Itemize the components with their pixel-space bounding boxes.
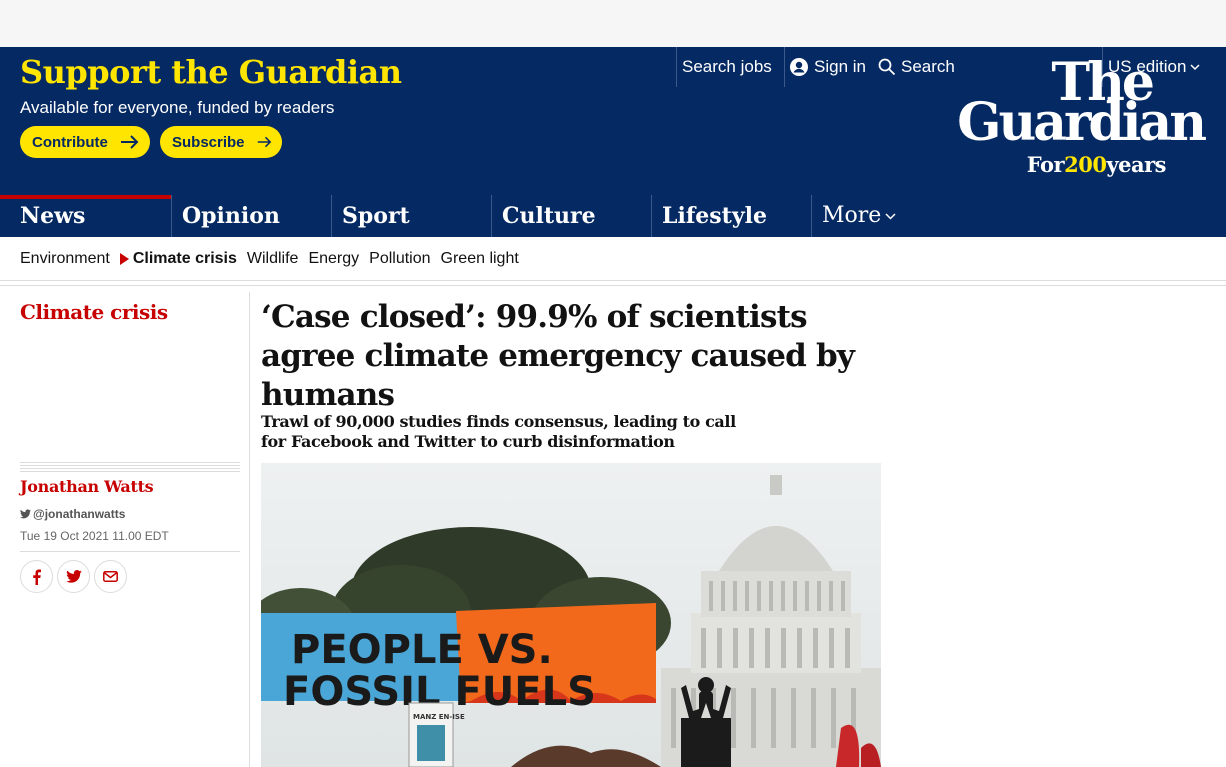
twitter-icon [65,570,82,583]
subnav-wildlife[interactable]: Wildlife [247,250,299,268]
sign-text: MANZ EN-ISE [413,713,465,721]
contribute-button[interactable]: Contribute [20,126,150,158]
article-headline: ‘Case closed’: 99.9% of scientists agree… [261,299,855,413]
subnav-pollution[interactable]: Pollution [369,250,430,268]
browser-top-strip [0,0,1226,47]
twitter-icon [20,509,31,519]
arrow-right-icon [257,136,271,148]
chevron-down-icon [885,213,896,220]
divider [20,462,240,472]
article-meta: Climate crisis Jonathan Watts @jonathanw… [0,292,250,767]
divider [784,47,785,87]
pillar-opinion[interactable]: Opinion [171,195,331,237]
logo-200: 200 [1064,152,1107,177]
contribute-label: Contribute [32,133,108,151]
sign-in-link[interactable]: Sign in [784,47,866,87]
article-standfirst: Trawl of 90,000 studies finds consensus,… [261,412,736,451]
divider [20,551,240,552]
subnav-climate-crisis[interactable]: Climate crisis [119,249,237,268]
support-subtitle: Available for everyone, funded by reader… [20,98,335,117]
sub-nav: Environment Climate crisis Wildlife Ener… [0,237,1226,281]
share-email-button[interactable] [94,560,127,593]
subscribe-label: Subscribe [172,133,245,151]
section-label[interactable]: Climate crisis [20,300,168,324]
logo-years: years [1106,152,1166,177]
article-main-photo: PEOPLE VS. FOSSIL FUELS MANZ EN-ISE [261,463,881,767]
subnav-environment[interactable]: Environment [20,250,110,268]
logo-guardian: Guardian [957,92,1207,153]
subnav-green-light[interactable]: Green light [441,250,519,268]
divider [676,47,677,87]
share-facebook-button[interactable] [20,560,53,593]
share-twitter-button[interactable] [57,560,90,593]
author-name[interactable]: Jonathan Watts [20,477,154,496]
pillar-lifestyle[interactable]: Lifestyle [651,195,811,237]
pillar-culture[interactable]: Culture [491,195,651,237]
email-icon [103,571,118,582]
banner-line1: PEOPLE VS. [291,627,553,673]
subscribe-button[interactable]: Subscribe [160,126,282,158]
logo-for: For [1026,152,1065,177]
arrow-right-icon [120,135,139,149]
guardian-logo[interactable]: The Guardian For200years [904,55,1207,180]
account-icon [790,58,808,76]
support-title: Support the Guardian [20,53,402,91]
divider [0,285,1226,286]
subnav-current-label: Climate crisis [132,249,237,267]
twitter-handle: @jonathanwatts [33,507,126,521]
pillar-nav: News Opinion Sport Culture Lifestyle Mor… [0,195,1226,237]
author-twitter-link[interactable]: @jonathanwatts [20,507,125,521]
subnav-energy[interactable]: Energy [308,250,359,268]
search-icon [878,58,896,76]
triangle-right-icon [119,252,129,265]
more-label: More [822,203,882,228]
pillar-news[interactable]: News [0,195,171,237]
masthead: Support the Guardian Available for every… [0,47,1226,195]
search-jobs-label: Search jobs [682,57,772,76]
facebook-icon [33,569,41,585]
sign-in-label: Sign in [814,57,866,76]
pillar-sport[interactable]: Sport [331,195,491,237]
search-jobs-link[interactable]: Search jobs [676,47,772,87]
more-menu[interactable]: More [811,195,931,237]
publish-date: Tue 19 Oct 2021 11.00 EDT [20,529,169,543]
logo-tagline: For200years [1026,152,1167,177]
protest-photo-illustration: PEOPLE VS. FOSSIL FUELS MANZ EN-ISE [261,463,881,767]
